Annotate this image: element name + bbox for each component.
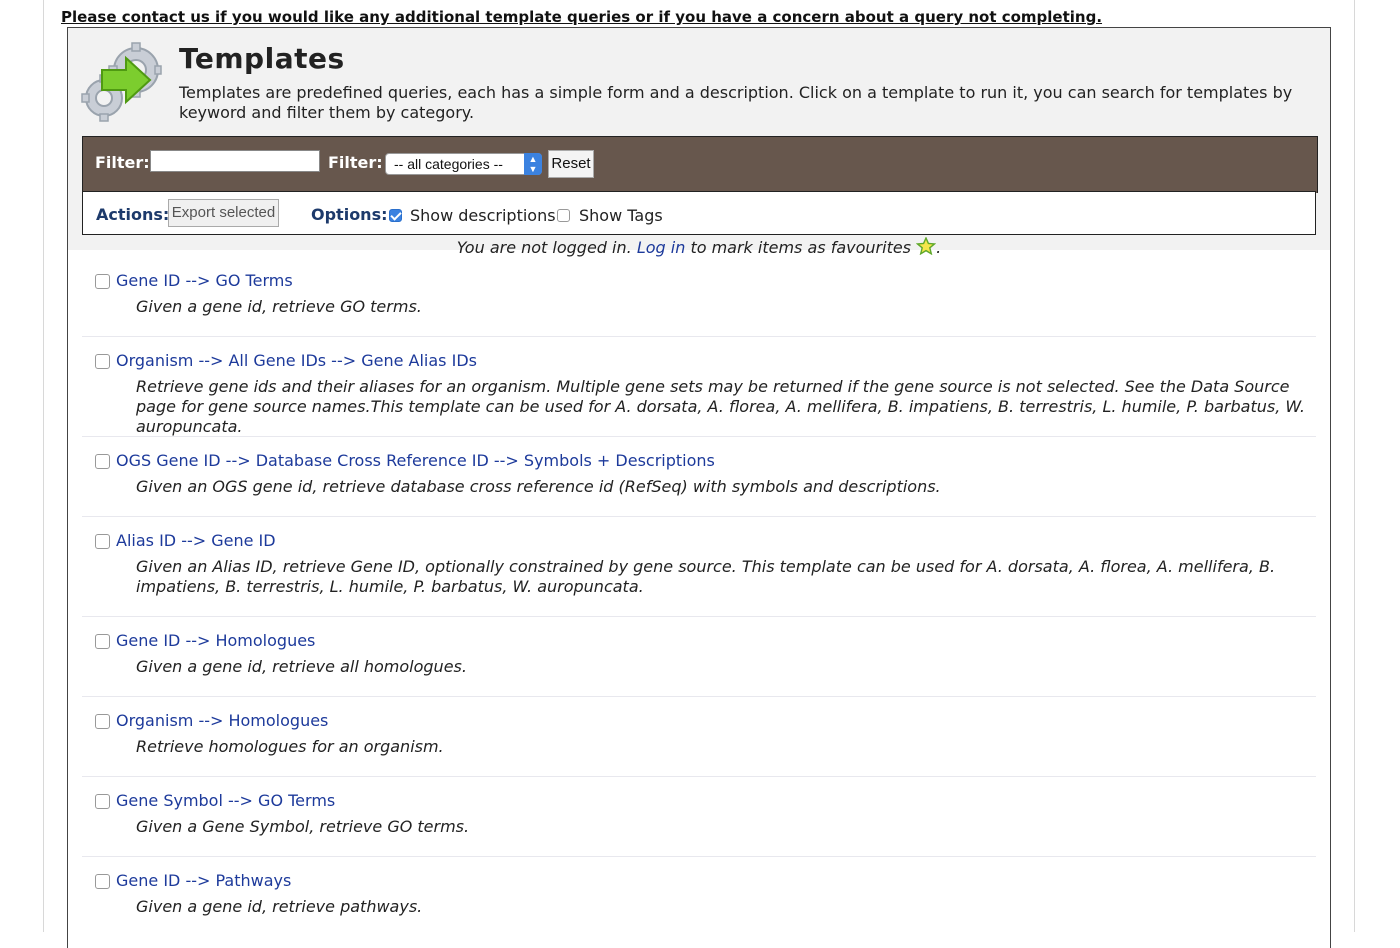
template-item: Gene Symbol --> GO Terms Given a Gene Sy…: [82, 788, 1316, 857]
category-filter-label: Filter:: [328, 153, 383, 172]
category-selected-value: -- all categories --: [394, 156, 503, 172]
show-tags-label: Show Tags: [579, 206, 663, 225]
templates-gears-arrow-icon: [81, 42, 162, 122]
template-description: Given a gene id, retrieve pathways.: [136, 897, 423, 916]
template-title-link[interactable]: Gene ID --> Homologues: [116, 631, 315, 650]
template-select-checkbox[interactable]: [95, 714, 110, 729]
contact-message[interactable]: Please contact us if you would like any …: [61, 8, 1102, 26]
template-title-link[interactable]: Alias ID --> Gene ID: [116, 531, 276, 550]
template-item: Organism --> Homologues Retrieve homolog…: [82, 708, 1316, 777]
template-description: Given a Gene Symbol, retrieve GO terms.: [136, 817, 470, 836]
template-description: Retrieve gene ids and their aliases for …: [136, 377, 1305, 436]
login-link[interactable]: Log in: [637, 238, 686, 257]
template-select-checkbox[interactable]: [95, 274, 110, 289]
category-filter-select[interactable]: -- all categories -- ▲ ▼: [385, 153, 542, 175]
template-description: Given an Alias ID, retrieve Gene ID, opt…: [136, 557, 1276, 596]
login-notice-after: to mark items as favourites: [690, 238, 912, 257]
actions-bar: Actions: Export selected Options: Show d…: [82, 191, 1316, 235]
template-select-checkbox[interactable]: [95, 874, 110, 889]
template-item: Gene ID --> GO Terms Given a gene id, re…: [82, 268, 1316, 337]
template-title-link[interactable]: Gene ID --> Pathways: [116, 871, 291, 890]
template-description: Given a gene id, retrieve all homologues…: [136, 657, 467, 676]
template-item: OGS Gene ID --> Database Cross Reference…: [82, 448, 1316, 517]
template-select-checkbox[interactable]: [95, 794, 110, 809]
page-border-left: [43, 0, 44, 932]
template-select-checkbox[interactable]: [95, 534, 110, 549]
template-title-link[interactable]: Gene ID --> GO Terms: [116, 271, 293, 290]
keyword-filter-label: Filter:: [95, 153, 150, 172]
page-border-right: [1354, 0, 1355, 932]
template-select-checkbox[interactable]: [95, 454, 110, 469]
template-description: Retrieve homologues for an organism.: [136, 737, 444, 756]
template-title-link[interactable]: Organism --> Homologues: [116, 711, 328, 730]
template-title-link[interactable]: OGS Gene ID --> Database Cross Reference…: [116, 451, 715, 470]
page-description: Templates are predefined queries, each h…: [179, 83, 1293, 122]
keyword-filter-input[interactable]: [150, 150, 320, 172]
template-item: Alias ID --> Gene ID Given an Alias ID, …: [82, 528, 1316, 617]
reset-button[interactable]: Reset: [548, 150, 594, 178]
template-select-checkbox[interactable]: [95, 354, 110, 369]
filter-bar: Filter: Filter: -- all categories -- ▲ ▼ …: [82, 136, 1318, 193]
actions-label: Actions:: [96, 205, 170, 224]
favourite-star-icon: [916, 237, 937, 255]
show-descriptions-label: Show descriptions: [410, 206, 556, 225]
template-description: Given a gene id, retrieve GO terms.: [136, 297, 422, 316]
select-updown-icon: ▲ ▼: [524, 153, 542, 175]
login-notice-end: .: [936, 238, 942, 257]
login-notice-before: You are not logged in.: [456, 238, 632, 257]
page-title: Templates: [179, 42, 345, 75]
show-tags-checkbox[interactable]: [557, 209, 570, 222]
templates-panel: Templates Templates are predefined queri…: [67, 27, 1331, 948]
template-item: Organism --> All Gene IDs --> Gene Alias…: [82, 348, 1316, 437]
show-descriptions-checkbox[interactable]: [389, 209, 402, 222]
template-select-checkbox[interactable]: [95, 634, 110, 649]
template-item: Gene ID --> Homologues Given a gene id, …: [82, 628, 1316, 697]
template-title-link[interactable]: Gene Symbol --> GO Terms: [116, 791, 335, 810]
options-label: Options:: [311, 205, 388, 224]
template-title-link[interactable]: Organism --> All Gene IDs --> Gene Alias…: [116, 351, 477, 370]
export-selected-button[interactable]: Export selected: [168, 199, 279, 227]
login-notice: You are not logged in. Log in to mark it…: [68, 237, 1330, 257]
template-description: Given an OGS gene id, retrieve database …: [136, 477, 941, 496]
template-item: Gene ID --> Pathways Given a gene id, re…: [82, 868, 1316, 936]
